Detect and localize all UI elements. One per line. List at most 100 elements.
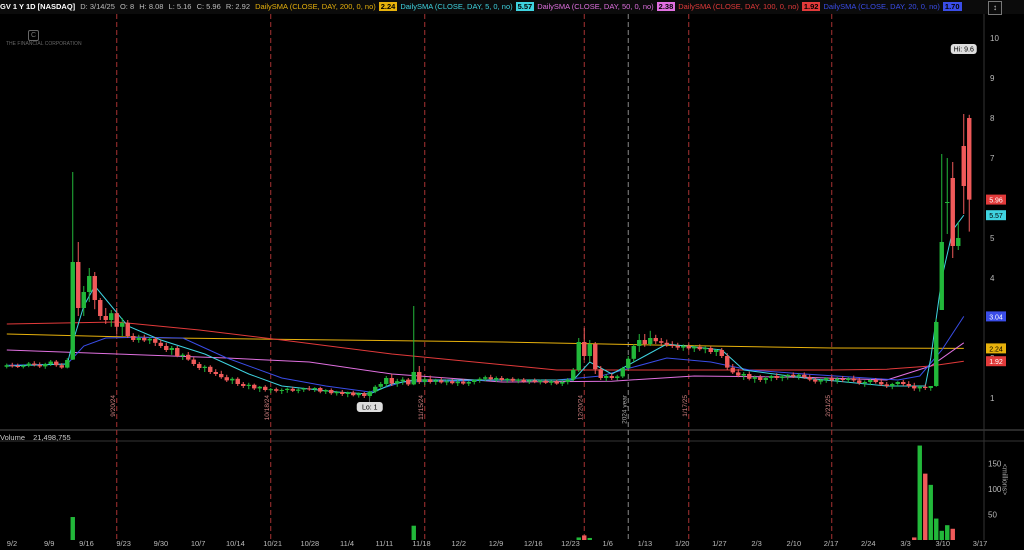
candle-body bbox=[780, 376, 785, 378]
candle-body bbox=[774, 376, 779, 378]
candle-body bbox=[428, 379, 433, 382]
volume-bar bbox=[587, 537, 592, 540]
x-tick-label: 2/10 bbox=[787, 539, 802, 548]
candle-body bbox=[307, 388, 312, 390]
candle-body bbox=[197, 364, 202, 368]
candle-body bbox=[164, 346, 169, 350]
study-name-1[interactable]: DailySMA (CLOSE, DAY, 5, 0, no) bbox=[400, 2, 512, 11]
candle-body bbox=[917, 386, 922, 389]
x-tick-label: 11/18 bbox=[412, 539, 430, 548]
candle-body bbox=[37, 364, 42, 367]
candle-body bbox=[851, 378, 856, 381]
candle-body bbox=[642, 340, 647, 344]
candle-body bbox=[318, 388, 323, 392]
candle-body bbox=[329, 390, 334, 394]
candle-body bbox=[862, 382, 867, 384]
candle-body bbox=[417, 372, 422, 382]
candle-body bbox=[901, 382, 906, 384]
candle-body bbox=[802, 374, 807, 378]
symbol-label[interactable]: GV 1 Y 1D [NASDAQ] bbox=[0, 2, 75, 11]
open-readout: O: 8 bbox=[119, 2, 135, 11]
candle-body bbox=[158, 342, 163, 346]
date-readout: D: 3/14/25 bbox=[80, 2, 115, 11]
candle-body bbox=[76, 262, 81, 308]
candle-body bbox=[527, 380, 532, 382]
annotation-label: Hi: 9.6 bbox=[954, 47, 974, 54]
x-tick-label: 12/23 bbox=[561, 539, 580, 548]
volume-header: Volume 21,498,755 bbox=[0, 432, 77, 443]
x-tick-label: 2/3 bbox=[751, 539, 761, 548]
candle-body bbox=[175, 348, 180, 356]
candle-body bbox=[571, 370, 576, 380]
candle-body bbox=[114, 313, 119, 327]
candle-body bbox=[246, 384, 251, 386]
study-name-0[interactable]: DailySMA (CLOSE, DAY, 200, 0, no) bbox=[255, 2, 376, 11]
candle-body bbox=[785, 374, 790, 377]
price-chart[interactable]: 12345678910501001509/29/99/169/239/3010/… bbox=[0, 0, 1024, 550]
candle-body bbox=[241, 384, 246, 386]
study-value-0: 2.24 bbox=[378, 2, 398, 11]
candle-body bbox=[169, 348, 174, 350]
candle-body bbox=[235, 378, 240, 384]
event-label: 2/21/25 bbox=[825, 395, 832, 417]
study-name-2[interactable]: DailySMA (CLOSE, DAY, 50, 0, no) bbox=[537, 2, 653, 11]
candle-body bbox=[956, 238, 961, 246]
x-tick-label: 9/23 bbox=[116, 539, 131, 548]
x-tick-label: 3/17 bbox=[973, 539, 988, 548]
candle-body bbox=[928, 386, 933, 388]
sma-line-4 bbox=[6, 214, 965, 395]
candle-body bbox=[439, 380, 444, 383]
candle-body bbox=[769, 376, 774, 378]
price-tag-label: 5.57 bbox=[989, 213, 1003, 220]
candle-body bbox=[934, 322, 939, 386]
candle-body bbox=[87, 276, 92, 292]
candle-body bbox=[103, 316, 108, 320]
candle-body bbox=[703, 348, 708, 350]
candle-body bbox=[186, 354, 191, 360]
candle-body bbox=[961, 146, 966, 186]
price-tag-label: 1.92 bbox=[989, 359, 1003, 366]
candle-body bbox=[180, 354, 185, 356]
candle-body bbox=[538, 380, 543, 382]
candle-body bbox=[868, 380, 873, 382]
candle-body bbox=[796, 374, 801, 377]
study-name-3[interactable]: DailySMA (CLOSE, DAY, 100, 0, no) bbox=[678, 2, 799, 11]
zoom-icon[interactable]: ↕ bbox=[988, 1, 1002, 15]
candle-body bbox=[521, 379, 526, 382]
candle-body bbox=[312, 388, 317, 390]
range-readout: R: 2.92 bbox=[225, 2, 251, 11]
candle-body bbox=[400, 379, 405, 382]
candle-body bbox=[890, 384, 895, 386]
candle-body bbox=[285, 388, 290, 390]
candle-body bbox=[202, 366, 207, 368]
candle-body bbox=[620, 368, 625, 377]
candle-body bbox=[747, 374, 752, 379]
high-readout: H: 8.08 bbox=[139, 2, 164, 11]
candle-body bbox=[356, 393, 361, 396]
volume-bar bbox=[917, 445, 922, 540]
x-tick-label: 11/4 bbox=[340, 539, 354, 548]
study-name-4[interactable]: DailySMA (CLOSE, DAY, 20, 0, no) bbox=[823, 2, 939, 11]
candle-body bbox=[10, 365, 15, 367]
candle-body bbox=[653, 338, 658, 342]
y-tick-label: 5 bbox=[990, 234, 995, 243]
candle-body bbox=[257, 386, 262, 389]
candle-body bbox=[70, 262, 75, 360]
volume-bar bbox=[945, 525, 950, 540]
x-tick-label: 2/17 bbox=[824, 539, 839, 548]
chart-header: GV 1 Y 1D [NASDAQ] D: 3/14/25 O: 8 H: 8.… bbox=[0, 0, 1024, 14]
sma-line-0 bbox=[6, 333, 964, 349]
candle-body bbox=[939, 242, 944, 310]
candle-body bbox=[824, 378, 829, 380]
x-tick-label: 10/7 bbox=[191, 539, 206, 548]
x-tick-label: 3/3 bbox=[900, 539, 910, 548]
candle-body bbox=[708, 348, 713, 352]
candle-body bbox=[752, 377, 757, 379]
y-tick-label: 7 bbox=[990, 154, 995, 163]
candle-body bbox=[494, 378, 499, 380]
candle-body bbox=[549, 381, 554, 383]
x-tick-label: 10/28 bbox=[300, 539, 319, 548]
candle-body bbox=[714, 350, 719, 352]
candle-body bbox=[433, 380, 438, 382]
candle-body bbox=[4, 365, 9, 367]
